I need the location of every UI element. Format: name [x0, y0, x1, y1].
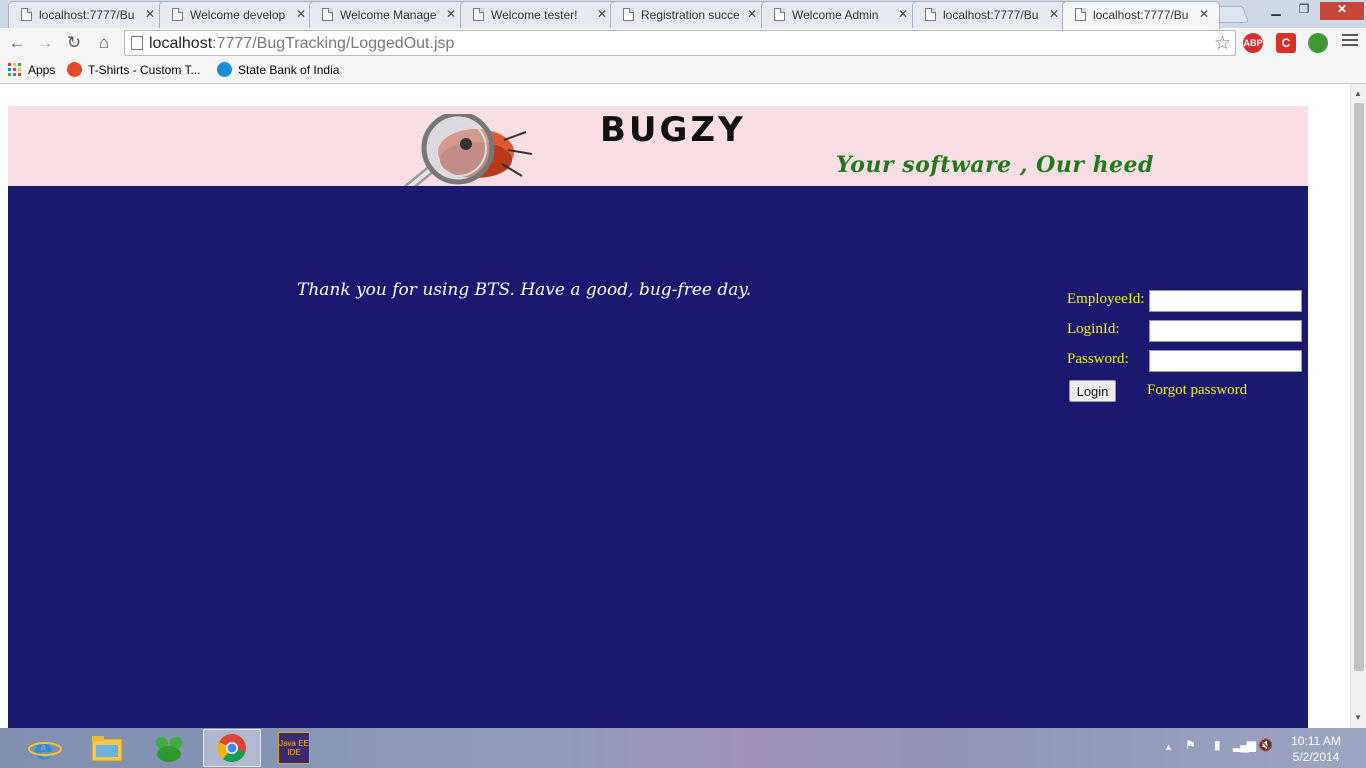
forward-arrow-icon[interactable]: →: [35, 33, 55, 53]
brand-title: BUGZY: [600, 110, 746, 150]
java-ee-ide-label: Java EE IDE: [278, 732, 310, 764]
scroll-down-icon[interactable]: ▼: [1354, 713, 1362, 722]
page-icon: [925, 8, 936, 21]
main-content: Thank you for using BTS. Have a good, bu…: [8, 186, 1308, 728]
login-button[interactable]: Login: [1069, 380, 1116, 402]
action-center-flag-icon[interactable]: ⚑: [1185, 738, 1196, 752]
tab-close-icon[interactable]: ✕: [747, 7, 757, 21]
tab-close-icon[interactable]: ✕: [1049, 7, 1059, 21]
page-icon: [1075, 8, 1086, 21]
tagline: Your software , Our heed: [836, 152, 1154, 178]
browser-tab[interactable]: localhost:7777/Bu ✕: [8, 1, 166, 28]
sbi-icon: [217, 62, 232, 77]
vertical-scrollbar[interactable]: ▲ ▼: [1350, 85, 1366, 728]
tab-title: Welcome Manage: [340, 8, 437, 22]
tab-title: Welcome tester!: [491, 8, 578, 22]
chrome-menu-icon[interactable]: [1342, 34, 1358, 49]
green-app-icon[interactable]: [140, 729, 198, 767]
password-label: Password:: [1067, 351, 1129, 367]
browser-tab[interactable]: Registration succe ✕: [610, 1, 768, 28]
clock-date: 5/2/2014: [1292, 750, 1340, 764]
browser-tab[interactable]: Welcome develop ✕: [159, 1, 317, 28]
url-path: :7777/BugTracking/LoggedOut.jsp: [212, 35, 455, 52]
window-close-icon[interactable]: ✕: [1320, 2, 1364, 20]
adblock-icon[interactable]: ABP: [1243, 33, 1263, 53]
browser-tab-active[interactable]: localhost:7777/Bu ✕: [1062, 1, 1220, 29]
battery-icon[interactable]: ▮: [1214, 738, 1221, 752]
page-viewport: BUGZY Your software , Our heed Thank you…: [0, 85, 1350, 728]
logout-message: Thank you for using BTS. Have a good, bu…: [297, 280, 752, 300]
home-icon[interactable]: ⌂: [94, 33, 114, 53]
volume-muted-icon[interactable]: 🔇: [1258, 738, 1273, 752]
internet-explorer-icon[interactable]: e: [16, 729, 74, 767]
tab-title: localhost:7777/Bu: [39, 8, 135, 22]
bookmark-sbi[interactable]: State Bank of India: [238, 63, 339, 77]
header-banner: BUGZY Your software , Our heed: [8, 106, 1308, 203]
tab-close-icon[interactable]: ✕: [597, 7, 607, 21]
page-icon: [322, 8, 333, 21]
svg-text:e: e: [34, 732, 53, 765]
tshirt-site-icon: [67, 62, 82, 77]
page-icon: [774, 8, 785, 21]
tab-close-icon[interactable]: ✕: [296, 7, 306, 21]
bookmark-star-icon[interactable]: ☆: [1214, 32, 1231, 55]
login-id-input[interactable]: [1149, 320, 1302, 342]
back-arrow-icon[interactable]: ←: [7, 33, 27, 53]
tab-title: Welcome Admin: [792, 8, 879, 22]
password-input[interactable]: [1149, 350, 1302, 372]
tab-title: localhost:7777/Bu: [943, 8, 1039, 22]
tab-title: Registration succe: [641, 8, 740, 22]
page-icon: [623, 8, 634, 21]
url-host: localhost: [149, 35, 213, 52]
page-icon: [21, 8, 32, 21]
browser-tab[interactable]: Welcome Admin ✕: [761, 1, 919, 28]
file-explorer-icon[interactable]: [78, 729, 136, 767]
bookmark-tshirts[interactable]: T-Shirts - Custom T...: [88, 63, 200, 77]
page-icon: [131, 36, 143, 50]
browser-tab[interactable]: Welcome Manage ✕: [309, 1, 467, 28]
extension-c-icon[interactable]: C: [1276, 33, 1296, 53]
java-ee-ide-icon[interactable]: Java EE IDE: [265, 729, 323, 767]
tab-close-icon[interactable]: ✕: [145, 7, 155, 21]
browser-tab[interactable]: localhost:7777/Bu ✕: [912, 1, 1070, 28]
chrome-icon[interactable]: [203, 729, 261, 767]
tab-title: Welcome develop: [190, 8, 286, 22]
tab-close-icon[interactable]: ✕: [898, 7, 908, 21]
apps-grid-icon[interactable]: [8, 63, 21, 76]
page-icon: [473, 8, 484, 21]
browser-tab[interactable]: Welcome tester! ✕: [460, 1, 618, 28]
url-text[interactable]: localhost:7777/BugTracking/LoggedOut.jsp: [149, 35, 454, 53]
address-bar[interactable]: localhost:7777/BugTracking/LoggedOut.jsp…: [124, 30, 1236, 56]
employee-id-input[interactable]: [1149, 290, 1302, 312]
tab-close-icon[interactable]: ✕: [1199, 7, 1209, 21]
extension-green-icon[interactable]: [1308, 33, 1328, 53]
scrollbar-thumb[interactable]: [1354, 103, 1364, 671]
minimize-icon[interactable]: ▁: [1262, 2, 1290, 20]
scroll-up-icon[interactable]: ▲: [1354, 89, 1362, 98]
employee-id-label: EmployeeId:: [1067, 291, 1145, 307]
restore-icon[interactable]: ❐: [1290, 2, 1318, 20]
browser-tab-strip: localhost:7777/Bu ✕ Welcome develop ✕ We…: [0, 0, 1366, 29]
login-id-label: LoginId:: [1067, 321, 1120, 337]
windows-taskbar: e Java EE IDE ▲ ⚑ ▮ ▂▄▆ 🔇 10:11 AM 5/2/2…: [0, 728, 1366, 768]
show-hidden-icons[interactable]: ▲: [1164, 742, 1173, 752]
reload-icon[interactable]: ↻: [64, 33, 84, 53]
page-icon: [172, 8, 183, 21]
system-clock[interactable]: 10:11 AM 5/2/2014: [1284, 733, 1348, 765]
bookmark-apps[interactable]: Apps: [28, 63, 55, 77]
forgot-password-link[interactable]: Forgot password: [1147, 382, 1247, 399]
network-signal-icon[interactable]: ▂▄▆: [1233, 738, 1256, 752]
bookmarks-bar: [0, 58, 1366, 84]
tab-close-icon[interactable]: ✕: [446, 7, 456, 21]
tab-title: localhost:7777/Bu: [1093, 8, 1189, 22]
clock-time: 10:11 AM: [1291, 734, 1341, 748]
